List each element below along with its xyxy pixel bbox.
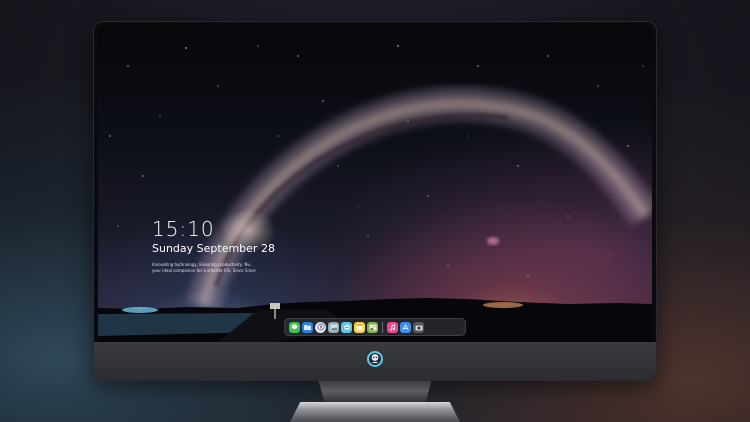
- monitor: 15:10 Sunday September 28 Innovating tec…: [93, 21, 657, 381]
- brand-logo-icon: [367, 351, 383, 367]
- compass-icon[interactable]: [315, 321, 326, 333]
- monitor-chin: [94, 342, 656, 380]
- messages-icon[interactable]: [289, 321, 300, 333]
- photos-icon[interactable]: [367, 321, 378, 333]
- music-icon[interactable]: [387, 321, 398, 333]
- robot-icon[interactable]: [341, 321, 352, 333]
- landscape-silhouette: [98, 298, 652, 342]
- notes-icon[interactable]: [354, 321, 365, 333]
- monitor-stand-base: [290, 402, 460, 422]
- lock-screen-slogan: Innovating technology, Ensuring producti…: [152, 262, 272, 273]
- camera-icon[interactable]: [413, 321, 424, 333]
- slogan-line-2: your ideal companion for a smarter life,…: [152, 267, 256, 273]
- dock-separator: [382, 321, 383, 333]
- app-store-icon[interactable]: [400, 321, 411, 333]
- monitor-stand-neck: [318, 381, 432, 403]
- desktop-background: 15:10 Sunday September 28 Innovating tec…: [0, 0, 750, 422]
- clock-date: Sunday September 28: [152, 242, 275, 255]
- lock-screen-clock: 15:10 Sunday September 28 Innovating tec…: [152, 218, 275, 273]
- clock-time: 15:10: [152, 217, 215, 241]
- lock-screen[interactable]: 15:10 Sunday September 28 Innovating tec…: [98, 26, 652, 342]
- files-icon[interactable]: [302, 321, 313, 333]
- gallery-icon[interactable]: [328, 321, 339, 333]
- dock: [284, 318, 466, 336]
